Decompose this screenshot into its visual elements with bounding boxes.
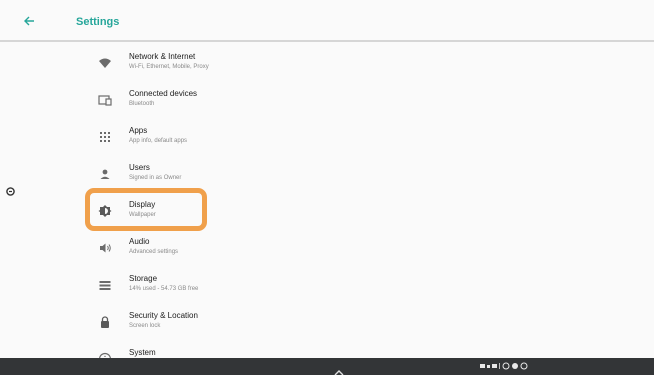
user-icon: [100, 169, 110, 179]
app-bar: Settings: [0, 0, 654, 42]
settings-item-storage[interactable]: Storage 14% used - 54.73 GB free: [90, 270, 490, 304]
settings-item-title: Connected devices: [129, 89, 198, 98]
devices-icon: [98, 95, 112, 106]
settings-icon: [520, 362, 528, 370]
settings-item-title: Apps: [129, 126, 148, 135]
settings-item-security[interactable]: Security & Location Screen lock: [90, 307, 490, 341]
circle-icon: [502, 362, 510, 370]
storage-icon: [99, 281, 111, 290]
page-title: Settings: [76, 16, 120, 28]
system-nav-bar: [0, 358, 654, 375]
separator-icon: [499, 363, 500, 369]
settings-item-subtitle: Bluetooth: [129, 101, 155, 107]
settings-item-title: Users: [129, 163, 150, 172]
settings-item-subtitle: Wi-Fi, Ethernet, Mobile, Proxy: [129, 64, 209, 70]
settings-item-title: Network & Internet: [129, 52, 196, 61]
settings-item-subtitle: App info, default apps: [129, 138, 188, 144]
settings-item-subtitle: 14% used - 54.73 GB free: [129, 286, 199, 292]
lock-icon: [101, 316, 109, 328]
dot-icon: [512, 363, 518, 369]
settings-item-title: Storage: [129, 274, 158, 283]
settings-item-title: Audio: [129, 237, 150, 246]
battery-icon: [480, 364, 485, 368]
settings-item-network[interactable]: Network & Internet Wi-Fi, Ethernet, Mobi…: [90, 48, 490, 82]
status-icons: [480, 362, 528, 370]
settings-item-subtitle: Screen lock: [129, 323, 161, 329]
volume-icon: [100, 243, 111, 253]
chevron-up-icon[interactable]: [333, 369, 345, 375]
settings-item-title: Security & Location: [129, 311, 198, 320]
settings-item-subtitle: Advanced settings: [129, 249, 179, 255]
settings-item-title: System: [129, 348, 156, 357]
settings-item-connected-devices[interactable]: Connected devices Bluetooth: [90, 85, 490, 119]
network-icon: [492, 364, 497, 368]
signal-icon: [487, 365, 490, 368]
settings-item-apps[interactable]: Apps App info, default apps: [90, 122, 490, 156]
settings-item-subtitle: Signed in as Owner: [129, 175, 182, 181]
settings-item-audio[interactable]: Audio Advanced settings: [90, 233, 490, 267]
display-highlight-box: [85, 188, 207, 231]
settings-item-system[interactable]: System: [90, 344, 490, 358]
apps-icon: [100, 132, 110, 142]
back-arrow-icon[interactable]: [22, 14, 36, 28]
wifi-icon: [99, 58, 111, 68]
